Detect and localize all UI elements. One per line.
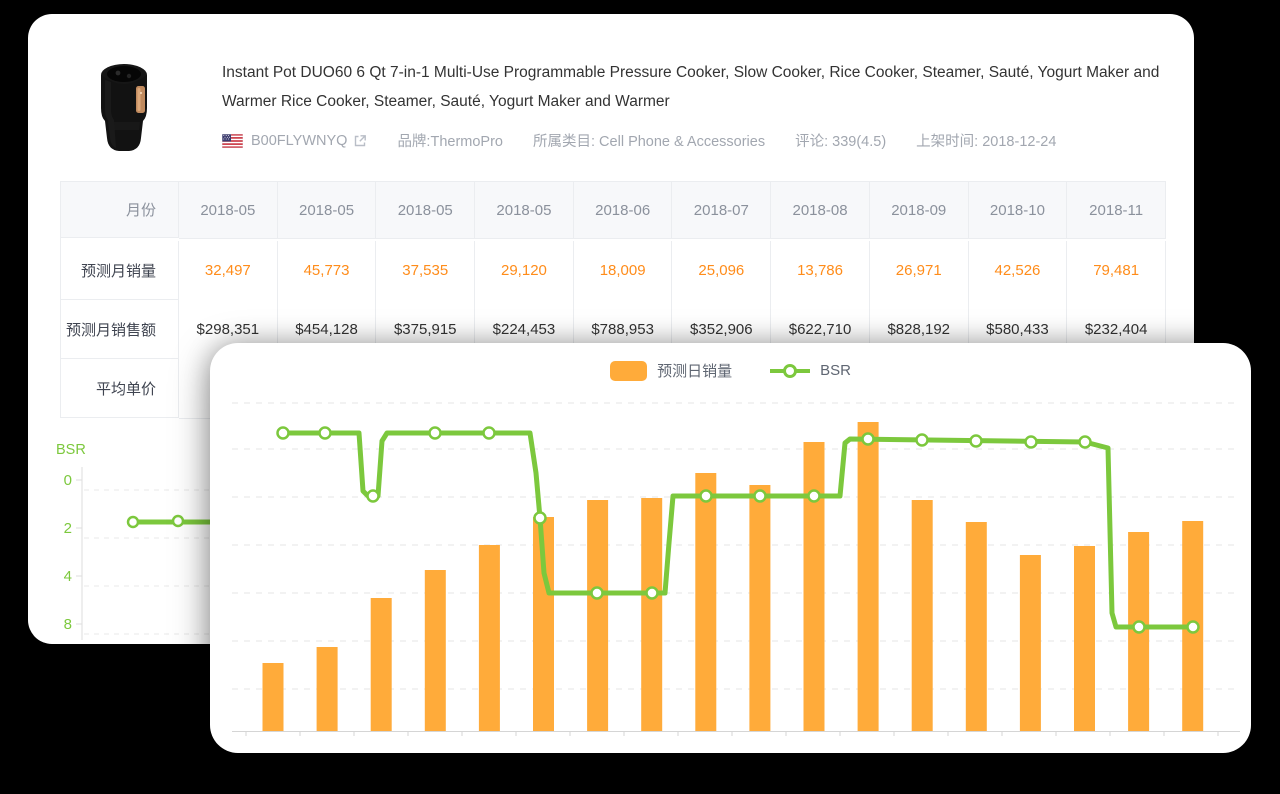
table-corner-header: 月份 (61, 182, 179, 238)
bsr-line-marker (647, 588, 658, 599)
bsr-line-marker (863, 434, 874, 445)
bsr-line (283, 433, 1193, 627)
daily-sales-bar (263, 663, 284, 731)
table-cell: 32,497 (179, 241, 278, 301)
daily-sales-bar (749, 485, 770, 731)
bsr-line-marker (701, 491, 712, 502)
bsr-line-marker (278, 428, 289, 439)
table-row-label-0: 预测月销量 (61, 241, 179, 300)
table-header-cell-1: 2018-05 (278, 182, 377, 239)
bsr-axis-title: BSR (56, 442, 86, 458)
us-flag-icon (222, 134, 243, 148)
chart-legend: 预测日销量 BSR (210, 360, 1251, 381)
mini-line-marker (128, 517, 138, 527)
product-meta-row: B00FLYWNYQ 品牌:ThermoPro 所属类目: Cell Phone… (222, 130, 1056, 151)
asin-text: B00FLYWNYQ (251, 133, 347, 149)
reviews-label: 评论: 339(4.5) (795, 130, 886, 151)
asin-group: B00FLYWNYQ (222, 133, 367, 149)
bsr-line-marker (809, 491, 820, 502)
legend-item-daily-sales[interactable]: 预测日销量 (610, 360, 732, 381)
table-header-cell-6: 2018-08 (771, 182, 870, 239)
product-image[interactable] (88, 60, 160, 154)
bsr-line-marker (755, 491, 766, 502)
bsr-line-marker (1134, 622, 1145, 633)
mini-axis-tick-label: 2 (64, 520, 72, 537)
legend-label: 预测日销量 (657, 360, 732, 381)
daily-sales-bar (1020, 555, 1041, 731)
external-link-icon (353, 134, 367, 148)
table-cell: 18,009 (574, 241, 673, 301)
table-header-cell-8: 2018-10 (969, 182, 1068, 239)
daily-sales-bar (966, 522, 987, 731)
table-cell: 25,096 (672, 241, 771, 301)
product-image-graphic (88, 60, 160, 154)
mini-axis-tick-label: 4 (64, 568, 72, 585)
table-header-cell-7: 2018-09 (870, 182, 969, 239)
table-cell: 42,526 (969, 241, 1068, 301)
daily-sales-bar (695, 473, 716, 731)
category-label: 所属类目: Cell Phone & Accessories (533, 130, 765, 151)
table-cell: 13,786 (771, 241, 870, 301)
mini-axis-tick-label: 0 (64, 472, 72, 489)
table-header-cell-4: 2018-06 (574, 182, 673, 239)
table-header-cell-5: 2018-07 (672, 182, 771, 239)
table-header-cell-0: 2018-05 (179, 182, 278, 239)
daily-sales-bar (804, 442, 825, 731)
bsr-line-marker (430, 428, 441, 439)
bsr-line-marker (592, 588, 603, 599)
asin-link[interactable]: B00FLYWNYQ (251, 133, 367, 149)
chart-overlay-card: 预测日销量 BSR (210, 343, 1251, 753)
table-cell: 26,971 (870, 241, 969, 301)
bsr-line-marker (1188, 622, 1199, 633)
daily-sales-bar (858, 422, 879, 731)
table-cell: 37,535 (376, 241, 475, 301)
product-title-line2: Warmer Rice Cooker, Steamer, Sauté, Yogu… (222, 87, 1182, 116)
product-title: Instant Pot DUO60 6 Qt 7-in-1 Multi-Use … (222, 58, 1182, 116)
daily-sales-bar (371, 598, 392, 731)
daily-sales-bar (317, 647, 338, 731)
table-header-cell-9: 2018-11 (1067, 182, 1166, 239)
legend-line-icon (770, 363, 810, 379)
daily-sales-bar (912, 500, 933, 731)
legend-item-bsr[interactable]: BSR (770, 362, 851, 379)
daily-sales-bar (587, 500, 608, 731)
brand-label: 品牌:ThermoPro (397, 130, 503, 151)
page-background: Instant Pot DUO60 6 Qt 7-in-1 Multi-Use … (0, 0, 1280, 794)
table-header-cell-2: 2018-05 (376, 182, 475, 239)
daily-sales-bsr-chart (210, 343, 1251, 753)
mini-axis-tick-label: 8 (64, 616, 72, 633)
table-row-label-1: 预测月销售额 (61, 300, 179, 359)
daily-sales-bar (479, 545, 500, 731)
bsr-line-marker (368, 491, 379, 502)
listed-date-label: 上架时间: 2018-12-24 (916, 130, 1056, 151)
table-cell: 45,773 (278, 241, 377, 301)
daily-sales-bar (425, 570, 446, 731)
product-title-line1: Instant Pot DUO60 6 Qt 7-in-1 Multi-Use … (222, 58, 1182, 87)
daily-sales-bar (641, 498, 662, 731)
table-cell: 79,481 (1067, 241, 1166, 301)
table-header-cell-3: 2018-05 (475, 182, 574, 239)
bsr-line-marker (1080, 437, 1091, 448)
mini-line-marker (173, 516, 183, 526)
legend-label: BSR (820, 362, 851, 379)
daily-sales-bar (1074, 546, 1095, 731)
table-cell: 29,120 (475, 241, 574, 301)
bsr-line-marker (320, 428, 331, 439)
bsr-line-marker (971, 436, 982, 447)
bsr-line-marker (1026, 437, 1037, 448)
legend-bar-swatch (610, 361, 647, 381)
bsr-line-marker (484, 428, 495, 439)
table-row-label-2: 平均单价 (61, 359, 179, 418)
bsr-line-marker (917, 435, 928, 446)
bsr-line-marker (535, 513, 546, 524)
